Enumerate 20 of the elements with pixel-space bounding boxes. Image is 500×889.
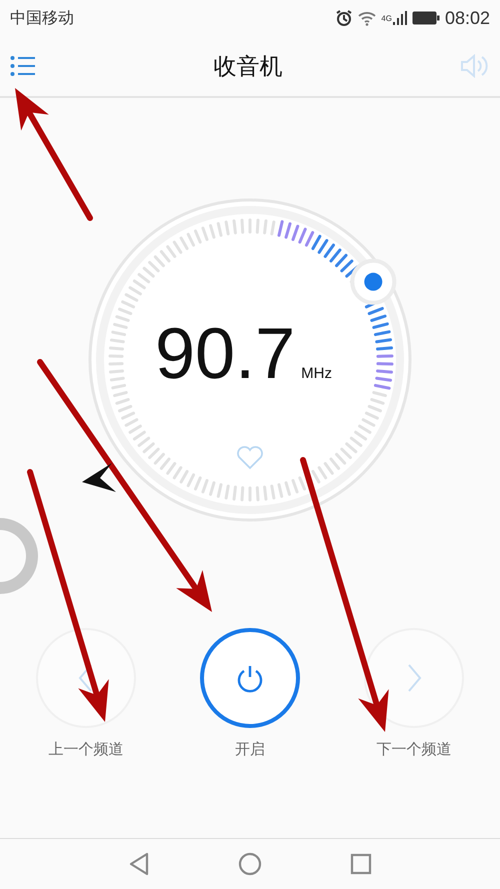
recent-apps-icon[interactable] [350, 853, 372, 875]
alarm-icon [335, 9, 354, 27]
network-type: 4G [381, 14, 392, 22]
frequency-unit: MHz [301, 365, 332, 382]
control-label: 开启 [235, 740, 265, 759]
home-icon[interactable] [238, 852, 262, 876]
battery-icon [412, 11, 440, 25]
wifi-icon [358, 10, 376, 26]
frequency-value: 90.7 [155, 318, 296, 390]
control-label: 上一个频道 [48, 740, 124, 759]
control-label: 下一个频道 [376, 740, 452, 759]
carrier-name: 中国移动 [10, 8, 74, 28]
clock-time: 08:02 [444, 8, 490, 28]
screen-title: 收音机 [214, 52, 282, 82]
power-icon [235, 663, 265, 693]
pointer-icon [82, 463, 116, 492]
back-icon[interactable] [128, 852, 150, 876]
menu-icon[interactable] [10, 55, 36, 77]
tuning-knob[interactable] [350, 258, 396, 305]
signal-icon [392, 11, 407, 25]
